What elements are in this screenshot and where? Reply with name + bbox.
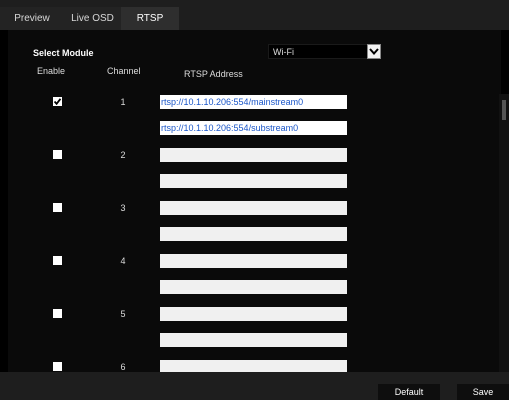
module-select[interactable]: Wi-Fi (268, 44, 381, 59)
tab-live-osd[interactable]: Live OSD (64, 7, 121, 30)
check-icon (54, 98, 61, 105)
rtsp-substream-address-field[interactable] (160, 227, 347, 241)
rtsp-mainstream-address-field[interactable]: rtsp://10.1.10.206:554/mainstream0 (160, 95, 347, 109)
rtsp-mainstream-address-field[interactable] (160, 254, 347, 268)
rtsp-address-column-header: RTSP Address (184, 69, 243, 79)
enable-checkbox-ch2[interactable] (53, 150, 62, 159)
channel-column-header: Channel (107, 66, 141, 76)
select-module-label: Select Module (33, 48, 94, 58)
channel-number: 5 (120, 309, 126, 319)
rtsp-mainstream-address-field[interactable] (160, 148, 347, 162)
enable-column-header: Enable (37, 66, 66, 76)
tab-rtsp[interactable]: RTSP (121, 7, 179, 30)
rtsp-substream-address-field[interactable]: rtsp://10.1.10.206:554/substream0 (160, 121, 347, 135)
tab-preview[interactable]: Preview (0, 7, 64, 30)
default-button[interactable]: Default (378, 384, 440, 400)
rtsp-substream-address-field[interactable] (160, 280, 347, 294)
rtsp-substream-address-field[interactable] (160, 174, 347, 188)
channel-number: 2 (120, 150, 126, 160)
rtsp-mainstream-address-field[interactable] (160, 307, 347, 321)
enable-checkbox-ch5[interactable] (53, 309, 62, 318)
rtsp-mainstream-address-field[interactable] (160, 201, 347, 215)
rtsp-substream-address-field[interactable] (160, 333, 347, 347)
chevron-down-icon[interactable] (367, 44, 381, 59)
channel-number: 1 (120, 97, 126, 107)
save-button[interactable]: Save (457, 384, 509, 400)
channel-number: 6 (120, 362, 126, 372)
enable-checkbox-ch1[interactable] (53, 97, 62, 106)
scrollbar[interactable] (499, 94, 509, 372)
channel-number: 3 (120, 203, 126, 213)
module-select-value: Wi-Fi (273, 47, 294, 57)
scrollbar-thumb[interactable] (502, 100, 506, 120)
enable-checkbox-ch4[interactable] (53, 256, 62, 265)
channel-number: 4 (120, 256, 126, 266)
enable-checkbox-ch6[interactable] (53, 362, 62, 371)
enable-checkbox-ch3[interactable] (53, 203, 62, 212)
